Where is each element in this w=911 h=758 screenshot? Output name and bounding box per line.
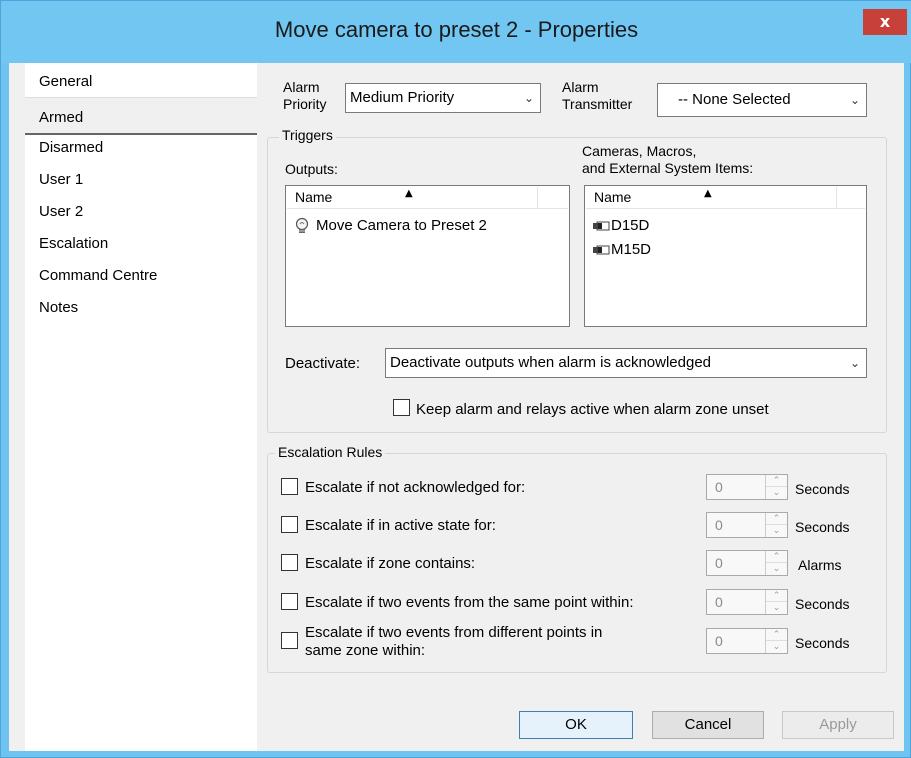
chevron-down-icon: ⌄	[849, 356, 860, 370]
cancel-button[interactable]: Cancel	[652, 711, 764, 739]
camera-icon	[593, 220, 611, 232]
escalate-not-acknowledged-label: Escalate if not acknowledged for:	[305, 479, 526, 496]
unit-label: Seconds	[795, 596, 850, 612]
camera-icon	[593, 244, 611, 256]
outputs-list-header[interactable]: Name ▲	[287, 187, 568, 209]
unit-label: Seconds	[795, 481, 850, 497]
sort-ascending-icon: ▲	[405, 188, 413, 199]
escalate-zone-contains-checkbox[interactable]	[281, 554, 298, 571]
alarm-transmitter-select[interactable]: -- None Selected ⌄	[657, 83, 867, 117]
escalate-active-state-checkbox[interactable]	[281, 516, 298, 533]
spinner-buttons: ⌃ ⌄	[765, 551, 787, 575]
spinner-value: 0	[715, 594, 723, 610]
sidebar-item-notes[interactable]: Notes	[25, 295, 257, 321]
spin-up-icon[interactable]: ⌃	[766, 629, 787, 641]
escalate-same-point-label: Escalate if two events from the same poi…	[305, 594, 634, 611]
escalate-different-points-label-line1: Escalate if two events from different po…	[305, 624, 603, 641]
unit-label: Seconds	[795, 635, 850, 651]
alarm-priority-label-line2: Priority	[283, 96, 327, 112]
sidebar-item-user1[interactable]: User 1	[25, 167, 257, 193]
sidebar: General Armed Disarmed User 1 User 2 Esc…	[25, 63, 257, 751]
close-button[interactable]: x	[863, 9, 907, 35]
escalate-zone-contains-label: Escalate if zone contains:	[305, 555, 476, 572]
sidebar-item-armed[interactable]: Armed	[25, 97, 257, 135]
deactivate-label: Deactivate:	[285, 355, 361, 372]
apply-button[interactable]: Apply	[782, 711, 894, 739]
escalate-same-point-spinner[interactable]: 0 ⌃ ⌄	[706, 589, 788, 615]
spin-down-icon[interactable]: ⌄	[766, 641, 787, 653]
sidebar-item-command-centre[interactable]: Command Centre	[25, 263, 257, 289]
ok-button[interactable]: OK	[519, 711, 633, 739]
chevron-down-icon: ⌄	[523, 91, 534, 105]
dialog-client-area: General Armed Disarmed User 1 User 2 Esc…	[9, 63, 904, 751]
cameras-list-header[interactable]: Name ▲	[586, 187, 865, 209]
spinner-buttons: ⌃ ⌄	[765, 629, 787, 653]
list-item-label: Move Camera to Preset 2	[316, 217, 487, 234]
escalate-different-points-spinner[interactable]: 0 ⌃ ⌄	[706, 628, 788, 654]
sort-ascending-icon: ▲	[704, 188, 712, 199]
sidebar-item-general[interactable]: General	[25, 69, 257, 95]
spin-down-icon[interactable]: ⌄	[766, 602, 787, 614]
spin-down-icon[interactable]: ⌄	[766, 525, 787, 537]
triggers-group-title: Triggers	[279, 127, 336, 143]
spinner-value: 0	[715, 517, 723, 533]
escalate-active-state-spinner[interactable]: 0 ⌃ ⌄	[706, 512, 788, 538]
spin-down-icon[interactable]: ⌄	[766, 487, 787, 499]
window-title: Move camera to preset 2 - Properties	[274, 17, 639, 42]
deactivate-select[interactable]: Deactivate outputs when alarm is acknowl…	[385, 348, 867, 378]
cameras-list[interactable]: Name ▲ D15D M15D	[584, 185, 867, 327]
outputs-column-name[interactable]: Name	[295, 187, 332, 208]
escalate-zone-contains-spinner[interactable]: 0 ⌃ ⌄	[706, 550, 788, 576]
alarm-priority-label-line1: Alarm	[283, 79, 320, 95]
escalate-not-acknowledged-checkbox[interactable]	[281, 478, 298, 495]
spinner-value: 0	[715, 633, 723, 649]
keep-active-label: Keep alarm and relays active when alarm …	[416, 401, 769, 418]
outputs-label: Outputs:	[285, 161, 338, 177]
column-divider	[836, 187, 837, 209]
unit-label: Seconds	[795, 519, 850, 535]
spinner-value: 0	[715, 479, 723, 495]
spin-up-icon[interactable]: ⌃	[766, 513, 787, 525]
escalate-active-state-label: Escalate if in active state for:	[305, 517, 496, 534]
alarm-priority-select[interactable]: Medium Priority ⌄	[345, 83, 541, 113]
escalate-not-acknowledged-spinner[interactable]: 0 ⌃ ⌄	[706, 474, 788, 500]
spinner-buttons: ⌃ ⌄	[765, 475, 787, 499]
unit-label: Alarms	[798, 557, 842, 573]
cameras-label-line2: and External System Items:	[582, 160, 754, 176]
list-item-label: M15D	[611, 241, 652, 258]
alarm-transmitter-label-line2: Transmitter	[562, 96, 633, 112]
sidebar-item-user2[interactable]: User 2	[25, 199, 257, 225]
column-divider	[537, 187, 538, 209]
alarm-priority-value: Medium Priority	[350, 89, 455, 106]
outputs-list[interactable]: Name ▲ Move Camera to Preset 2	[285, 185, 570, 327]
spin-down-icon[interactable]: ⌄	[766, 563, 787, 575]
sidebar-item-disarmed[interactable]: Disarmed	[25, 135, 257, 161]
spinner-buttons: ⌃ ⌄	[765, 513, 787, 537]
spin-up-icon[interactable]: ⌃	[766, 475, 787, 487]
sidebar-item-escalation[interactable]: Escalation	[25, 231, 257, 257]
cameras-label-line1: Cameras, Macros,	[582, 143, 697, 159]
title-bar[interactable]: Move camera to preset 2 - Properties x	[1, 1, 911, 63]
escalate-different-points-label-line2: same zone within:	[305, 642, 426, 659]
spinner-buttons: ⌃ ⌄	[765, 590, 787, 614]
alarm-transmitter-value: -- None Selected	[678, 91, 791, 108]
chevron-down-icon: ⌄	[849, 93, 860, 107]
list-item-label: D15D	[611, 217, 650, 234]
escalate-different-points-checkbox[interactable]	[281, 632, 298, 649]
escalation-rules-title: Escalation Rules	[275, 444, 386, 460]
spinner-value: 0	[715, 555, 723, 571]
keep-active-checkbox[interactable]	[393, 399, 410, 416]
spin-up-icon[interactable]: ⌃	[766, 590, 787, 602]
lightbulb-icon	[294, 217, 310, 235]
escalate-same-point-checkbox[interactable]	[281, 593, 298, 610]
alarm-transmitter-label-line1: Alarm	[562, 79, 599, 95]
properties-window: Move camera to preset 2 - Properties x G…	[0, 0, 911, 758]
deactivate-value: Deactivate outputs when alarm is acknowl…	[390, 354, 712, 371]
cameras-column-name[interactable]: Name	[594, 187, 631, 208]
spin-up-icon[interactable]: ⌃	[766, 551, 787, 563]
